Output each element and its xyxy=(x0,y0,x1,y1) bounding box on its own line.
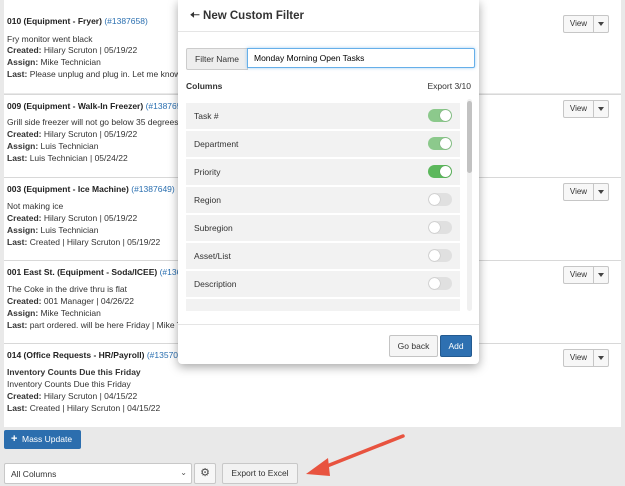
gear-icon[interactable]: ⚙ xyxy=(194,463,216,484)
column-row xyxy=(186,299,460,311)
task-description: Not making ice xyxy=(7,201,64,211)
column-toggle[interactable] xyxy=(428,109,452,122)
column-toggle[interactable] xyxy=(428,165,452,178)
caret-down-icon[interactable] xyxy=(598,107,604,111)
export-to-excel-button[interactable]: Export to Excel xyxy=(222,463,298,484)
column-name: Region xyxy=(194,195,221,205)
column-row: Priority xyxy=(186,159,460,187)
modal-title: 🠠 New Custom Filter xyxy=(190,10,304,22)
caret-down-icon[interactable] xyxy=(598,273,604,277)
column-name: Department xyxy=(194,139,239,149)
column-toggle[interactable] xyxy=(428,221,452,234)
column-name: Task # xyxy=(194,111,219,121)
caret-down-icon[interactable] xyxy=(598,190,604,194)
task-description: Inventory Counts Due this Friday xyxy=(7,367,141,377)
task-description: Fry monitor went black xyxy=(7,34,93,44)
task-assign: Assign: Luis Technician xyxy=(7,141,99,151)
task-last: Last: Created | Hilary Scruton | 05/19/2… xyxy=(7,237,161,247)
task-created: Created: Hilary Scruton | 04/15/22 xyxy=(7,391,138,401)
task-created: Created: Hilary Scruton | 05/19/22 xyxy=(7,213,138,223)
column-name: Subregion xyxy=(194,223,233,233)
task-assign: Assign: Mike Technician xyxy=(7,57,101,67)
task-title[interactable]: 009 (Equipment - Walk-In Freezer) (#1387… xyxy=(7,101,189,111)
task-created: Created: Hilary Scruton | 05/19/22 xyxy=(7,45,138,55)
scrollbar-thumb[interactable] xyxy=(467,101,472,173)
mass-update-button[interactable]: + Mass Update xyxy=(4,430,81,449)
task-created: Created: Hilary Scruton | 05/19/22 xyxy=(7,129,138,139)
filter-name-input[interactable] xyxy=(247,48,475,68)
custom-filter-modal: 🠠 New Custom Filter Filter Name Columns … xyxy=(178,0,479,364)
caret-down-icon[interactable] xyxy=(598,22,604,26)
plus-icon: + xyxy=(11,433,18,445)
column-toggle[interactable] xyxy=(428,193,452,206)
view-button[interactable]: View xyxy=(563,266,609,284)
task-assign: Assign: Luis Technician xyxy=(7,225,99,235)
view-button[interactable]: View xyxy=(563,15,609,33)
task-title[interactable]: 014 (Office Requests - HR/Payroll) (#135… xyxy=(7,350,190,360)
add-button[interactable]: Add xyxy=(440,335,472,357)
columns-heading: Columns xyxy=(186,81,223,91)
caret-down-icon[interactable] xyxy=(598,356,604,360)
column-row: Task # xyxy=(186,103,460,131)
column-list-scrollbar[interactable] xyxy=(467,99,472,311)
modal-footer-divider xyxy=(178,324,479,325)
columns-select[interactable]: All Columns ⌄ xyxy=(4,463,192,484)
column-toggle[interactable] xyxy=(428,249,452,262)
column-toggle[interactable] xyxy=(428,137,452,150)
view-button[interactable]: View xyxy=(563,100,609,118)
task-description-detail: Inventory Counts Due this Friday xyxy=(7,379,131,389)
arrow-left-icon[interactable]: 🠠 xyxy=(190,10,200,22)
task-last: Last: Please unplug and plug in. Let me … xyxy=(7,69,187,79)
column-name: Description xyxy=(194,279,237,289)
column-list[interactable]: Task # Department Priority Region Subreg… xyxy=(186,99,461,311)
task-last: Last: Luis Technician | 05/24/22 xyxy=(7,153,128,163)
chevron-down-icon: ⌄ xyxy=(180,468,187,477)
column-row: Asset/List xyxy=(186,243,460,271)
task-title[interactable]: 001 East St. (Equipment - Soda/ICEE) (#1… xyxy=(7,267,191,277)
column-toggle[interactable] xyxy=(428,277,452,290)
column-name: Asset/List xyxy=(194,251,231,261)
view-button[interactable]: View xyxy=(563,349,609,367)
task-assign: Assign: Mike Technician xyxy=(7,308,101,318)
task-last: Last: Created | Hilary Scruton | 04/15/2… xyxy=(7,403,161,413)
column-row: Department xyxy=(186,131,460,159)
task-title[interactable]: 003 (Equipment - Ice Machine) (#1387649) xyxy=(7,184,175,194)
filter-name-label: Filter Name xyxy=(186,48,248,70)
task-description: The Coke in the drive thru is flat xyxy=(7,284,128,294)
column-name: Priority xyxy=(194,167,221,177)
go-back-button[interactable]: Go back xyxy=(389,335,438,357)
view-button[interactable]: View xyxy=(563,183,609,201)
task-created: Created: 001 Manager | 04/26/22 xyxy=(7,296,134,306)
task-title[interactable]: 010 (Equipment - Fryer) (#1387658) xyxy=(7,16,148,26)
task-last: Last: part ordered. will be here Friday … xyxy=(7,320,191,330)
column-row: Subregion xyxy=(186,215,460,243)
column-row: Description xyxy=(186,271,460,299)
annotation-arrow-icon xyxy=(306,434,405,476)
export-count: Export 3/10 xyxy=(427,81,471,91)
modal-divider xyxy=(178,31,479,32)
task-description: Grill side freezer will not go below 35 … xyxy=(7,117,188,127)
column-row: Region xyxy=(186,187,460,215)
